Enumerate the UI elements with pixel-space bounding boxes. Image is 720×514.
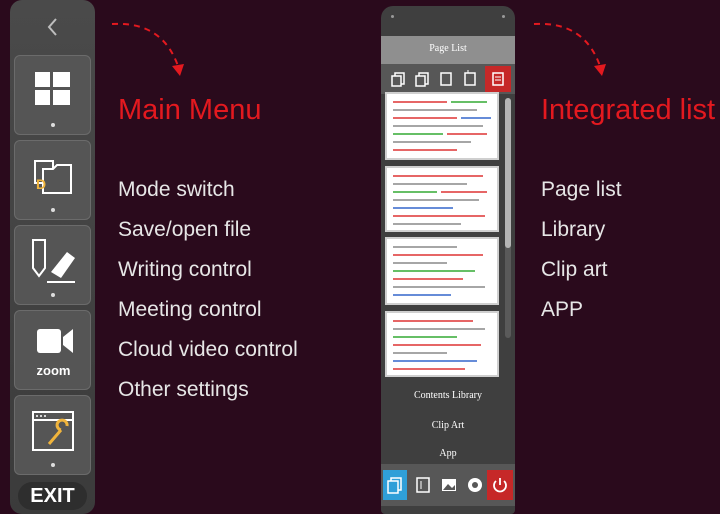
page-preview — [393, 246, 485, 296]
list-item-page-list: Page list — [541, 178, 622, 201]
page-thumbnail[interactable] — [385, 92, 499, 160]
pages-icon — [387, 477, 402, 494]
app-icon[interactable] — [465, 475, 485, 495]
clip-art-link[interactable]: Clip Art — [381, 420, 515, 431]
page-preview — [393, 175, 487, 225]
page-preview — [393, 101, 491, 151]
save-open-file-button[interactable]: D — [14, 140, 91, 220]
page-icon[interactable] — [437, 70, 455, 88]
zoom-label: zoom — [36, 363, 71, 378]
expand-dot — [51, 463, 55, 467]
dashed-arrow-icon — [533, 22, 606, 76]
main-menu-heading: Main Menu — [118, 94, 262, 126]
mode-switch-button[interactable] — [14, 55, 91, 135]
menu-item-mode-switch: Mode switch — [118, 178, 235, 201]
copy-icon[interactable] — [389, 70, 407, 88]
copy-alt-icon[interactable] — [413, 70, 431, 88]
page-thumbnail[interactable] — [385, 237, 499, 305]
page-list-panel: Page List Contents Library Clip Art App — [381, 6, 515, 514]
zoom-camera-icon — [37, 329, 73, 353]
menu-item-meeting: Meeting control — [118, 298, 262, 321]
app-link[interactable]: App — [381, 448, 515, 459]
expand-dot — [51, 293, 55, 297]
panel-title: Page List — [429, 43, 467, 54]
library-icon[interactable] — [413, 475, 433, 495]
chevron-left-icon[interactable] — [40, 14, 66, 40]
expand-dot — [51, 208, 55, 212]
panel-bottom-bar — [381, 464, 515, 506]
list-item-app: APP — [541, 298, 584, 321]
scrollbar-thumb[interactable] — [505, 98, 511, 248]
integrated-list-heading: Integrated list — [541, 94, 716, 126]
writing-control-button[interactable] — [14, 225, 91, 305]
other-settings-button[interactable] — [14, 395, 91, 475]
main-toolbar: D zoom EXIT — [10, 0, 95, 514]
image-icon[interactable] — [439, 475, 459, 495]
menu-item-other-settings: Other settings — [118, 378, 249, 401]
dashed-arrow-icon — [111, 22, 184, 76]
page-thumbnail[interactable] — [385, 166, 499, 232]
scrollbar[interactable] — [505, 98, 511, 338]
expand-dot — [51, 123, 55, 127]
panel-tabs — [381, 64, 515, 94]
menu-item-writing: Writing control — [118, 258, 252, 281]
page-alt-icon[interactable] — [461, 70, 479, 88]
panel-header: Page List — [381, 36, 515, 64]
menu-item-save-open: Save/open file — [118, 218, 252, 241]
page-list-tab-active[interactable] — [485, 66, 511, 92]
pages-tab-active[interactable] — [383, 470, 407, 500]
power-icon — [493, 478, 507, 493]
list-item-clip-art: Clip art — [541, 258, 608, 281]
page-thumbnail[interactable] — [385, 311, 499, 377]
page-list-icon — [492, 72, 504, 86]
menu-item-cloud-video: Cloud video control — [118, 338, 298, 361]
contents-library-link[interactable]: Contents Library — [381, 390, 515, 401]
list-item-library: Library — [541, 218, 606, 241]
page-preview — [393, 320, 485, 370]
exit-button[interactable]: EXIT — [18, 482, 87, 510]
power-button[interactable] — [487, 470, 513, 500]
meeting-control-button[interactable]: zoom — [14, 310, 91, 390]
file-letter: D — [36, 176, 46, 192]
